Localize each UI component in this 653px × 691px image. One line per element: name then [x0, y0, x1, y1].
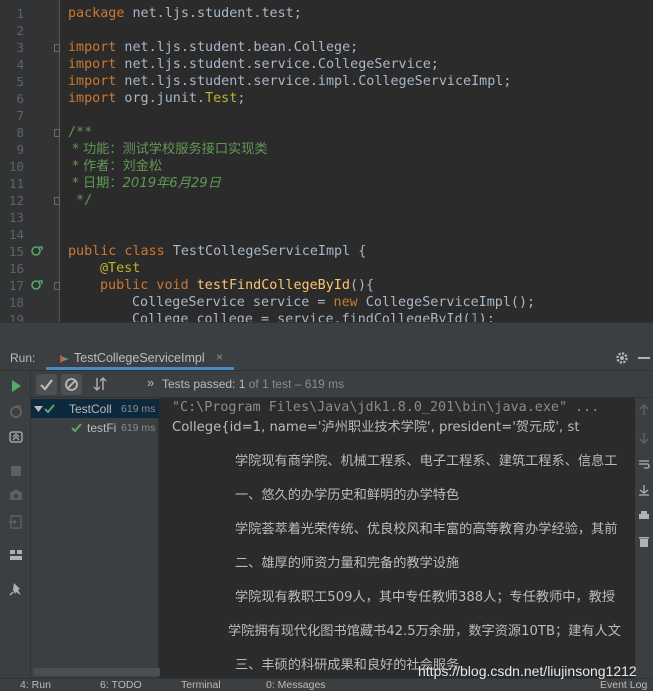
code-line-1: package net.ljs.student.test;	[68, 6, 302, 21]
passed-check-icon	[71, 423, 82, 433]
line-number: 18	[8, 295, 24, 310]
tab-close-icon[interactable]: ×	[216, 350, 223, 364]
fold-icon[interactable]	[54, 197, 60, 205]
code-line-19: College college = service.findCollegeByI…	[132, 312, 495, 322]
tool-window-bar: 4: Run 6: TODO Terminal 0: Messages Even…	[0, 678, 653, 691]
tests-status: Tests passed: 1 of 1 test – 619 ms	[162, 377, 345, 391]
line-number: 8	[16, 125, 24, 140]
run-label: Run:	[10, 351, 36, 365]
tool-window-todo[interactable]: 6: TODO	[100, 679, 142, 691]
code-line-11: * 日期：2019年6月29日	[68, 176, 221, 191]
line-number: 19	[8, 312, 24, 322]
code-editor[interactable]: 1 2 3 4 5 6 7 8 9 10 11 12 13 14 15 16 17 18 19 package ne…	[0, 0, 653, 322]
fold-icon[interactable]	[54, 44, 60, 52]
line-number: 14	[8, 227, 24, 242]
show-passed-button[interactable]	[36, 374, 57, 395]
code-line-6: import org.junit.Test;	[68, 91, 246, 106]
line-number: 1	[16, 6, 24, 21]
soft-wrap-icon[interactable]	[638, 458, 650, 470]
tool-window-messages[interactable]: 0: Messages	[266, 679, 326, 691]
line-number: 4	[16, 57, 24, 72]
code-line-5: import net.ljs.student.service.impl.Coll…	[68, 74, 512, 89]
run-tool-window-header: Run: TestCollegeServiceImpl ×	[0, 346, 653, 371]
code-line-8: /**	[68, 125, 93, 140]
minimize-icon[interactable]	[638, 357, 650, 360]
toggle-auto-test-icon[interactable]	[8, 429, 24, 445]
code-line-16: @Test	[100, 261, 141, 276]
code-line-12: */	[68, 193, 93, 208]
watermark-text: https://blog.csdn.net/liujinsong1212	[418, 663, 637, 679]
layout-icon[interactable]	[8, 547, 24, 563]
print-icon[interactable]	[638, 510, 650, 522]
trash-icon[interactable]	[638, 536, 650, 548]
panel-splitter[interactable]	[0, 322, 653, 346]
line-number: 12	[8, 193, 24, 208]
line-number-gutter: 1 2 3 4 5 6 7 8 9 10 11 12 13 14 15 16 17 18 19	[0, 0, 60, 322]
code-line-3: import net.ljs.student.bean.College;	[68, 40, 359, 55]
fold-icon[interactable]	[54, 282, 60, 290]
tab-label: TestCollegeServiceImpl	[74, 351, 205, 365]
line-number: 5	[16, 74, 24, 89]
test-config-icon	[60, 355, 69, 363]
tree-item-test-class[interactable]: TestColl 619 ms	[31, 399, 159, 418]
console-line: 学院拥有现代化图书馆藏书42.5万余册，数字资源10TB；建有人文	[228, 624, 621, 639]
camera-icon[interactable]	[8, 487, 24, 503]
line-number: 3	[16, 40, 24, 55]
line-number: 11	[8, 176, 24, 191]
console-line: 二、雄厚的师资力量和完备的教学设施	[235, 556, 460, 571]
line-number: 13	[8, 210, 24, 225]
tool-window-run[interactable]: 4: Run	[20, 679, 51, 691]
pin-icon[interactable]	[8, 581, 24, 597]
line-number: 10	[8, 159, 24, 174]
line-number: 9	[16, 142, 24, 157]
fold-icon[interactable]	[54, 129, 60, 137]
line-number: 15	[8, 244, 24, 259]
passed-check-icon	[44, 404, 55, 414]
line-number: 6	[16, 91, 24, 106]
console-line: College{id=1, name='泸州职业技术学院', president…	[172, 420, 580, 435]
code-line-9: * 功能：测试学校服务接口实现类	[68, 142, 268, 157]
line-number: 16	[8, 261, 24, 276]
console-side-toolbar	[635, 398, 653, 678]
console-line: 学院现有商学院、机械工程系、电子工程系、建筑工程系、信息工	[235, 454, 618, 469]
scroll-up-icon[interactable]	[638, 404, 650, 416]
ignored-icon	[65, 378, 78, 391]
expand-arrow-icon[interactable]	[34, 404, 43, 413]
stop-icon[interactable]	[8, 463, 24, 479]
exit-icon[interactable]	[8, 514, 24, 530]
run-test-icon[interactable]	[31, 279, 43, 291]
code-line-18: CollegeService service = new CollegeServ…	[132, 295, 536, 310]
line-number: 2	[16, 23, 24, 38]
rerun-icon[interactable]	[8, 378, 24, 394]
sort-icon[interactable]	[93, 377, 107, 392]
check-icon	[40, 379, 53, 391]
tab-test-college-service-impl[interactable]: TestCollegeServiceImpl ×	[46, 347, 234, 370]
code-line-4: import net.ljs.student.service.CollegeSe…	[68, 57, 439, 72]
scroll-to-end-icon[interactable]	[638, 484, 650, 496]
tool-window-event-log[interactable]: Event Log	[600, 679, 647, 691]
code-line-15: public class TestCollegeServiceImpl {	[68, 244, 367, 259]
test-runner-toolbar: » Tests passed: 1 of 1 test – 619 ms	[31, 371, 653, 398]
code-line-17: public void testFindCollegeById(){	[100, 278, 375, 293]
console-line: 学院现有教职工509人，其中专任教师388人；专任教师中，教授	[235, 590, 616, 605]
run-side-toolbar	[0, 371, 31, 691]
console-line: 学院荟萃着光荣传统、优良校风和丰富的高等教育办学经验，其前	[235, 522, 618, 537]
code-line-10: * 作者：刘金松	[68, 159, 163, 174]
show-ignored-button[interactable]	[61, 374, 82, 395]
gear-icon[interactable]	[615, 351, 629, 365]
more-tools-chevron[interactable]: »	[147, 375, 154, 390]
tool-window-terminal[interactable]: Terminal	[181, 679, 221, 691]
rerun-failed-icon[interactable]	[8, 404, 24, 420]
console-line: 一、悠久的办学历史和鲜明的办学特色	[235, 488, 460, 503]
test-results-tree: TestColl 619 ms testFi 619 ms	[31, 398, 159, 678]
line-number: 7	[16, 108, 24, 123]
run-test-icon[interactable]	[31, 245, 43, 257]
tree-item-test-method[interactable]: testFi 619 ms	[31, 418, 159, 437]
scroll-down-icon[interactable]	[638, 432, 650, 444]
console-command-line: "C:\Program Files\Java\jdk1.8.0_201\bin\…	[172, 400, 600, 415]
line-number: 17	[8, 278, 24, 293]
console-output[interactable]: "C:\Program Files\Java\jdk1.8.0_201\bin\…	[160, 398, 635, 678]
